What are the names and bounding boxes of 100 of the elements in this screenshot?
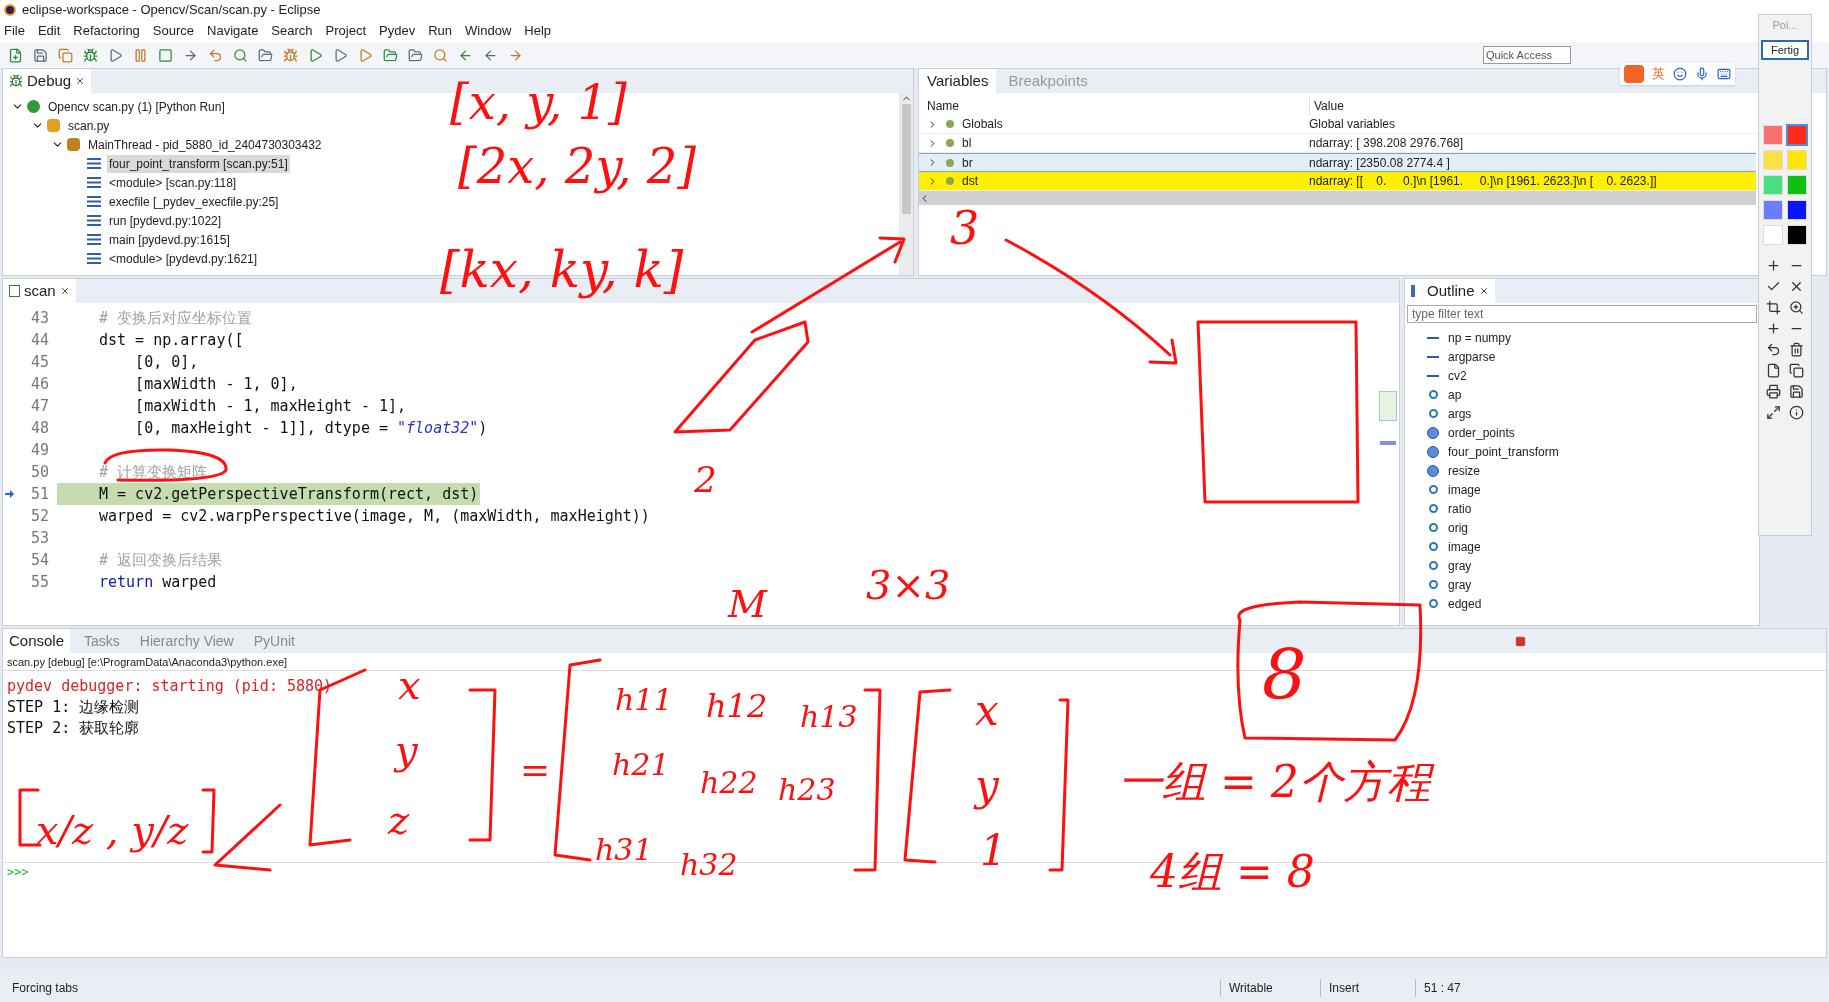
menu-item[interactable]: Window <box>465 21 512 41</box>
drawing-tool-icon[interactable] <box>1766 320 1781 336</box>
color-swatch[interactable] <box>1764 175 1782 194</box>
outline-item[interactable]: gray <box>1448 556 1472 575</box>
toolbar-tool-icon[interactable] <box>158 47 173 63</box>
toolbar-tool-icon[interactable] <box>483 47 498 63</box>
color-swatch[interactable] <box>1764 125 1782 144</box>
outline-item[interactable]: cv2 <box>1448 366 1467 385</box>
drawing-tool-icon[interactable] <box>1789 404 1804 420</box>
toolbar-tool-icon[interactable] <box>258 47 273 63</box>
menu-item[interactable]: Source <box>152 21 195 41</box>
color-swatch[interactable] <box>1788 200 1806 219</box>
toolbar-tool-icon[interactable] <box>108 47 123 63</box>
color-swatch[interactable] <box>1788 225 1806 244</box>
toolbar-tool-icon[interactable] <box>133 47 148 63</box>
toolbar-tool-icon[interactable] <box>333 47 348 63</box>
column-header[interactable]: Value <box>1309 97 1756 115</box>
toolbar-tool-icon[interactable] <box>208 47 223 63</box>
debug-tree-item[interactable]: <module> [pydevd.py:1621] <box>107 249 260 268</box>
close-icon[interactable] <box>1478 286 1489 296</box>
toolbar-tool-icon[interactable] <box>33 47 48 63</box>
drawing-tool-icon[interactable] <box>1789 341 1804 357</box>
drawing-tool-icon[interactable] <box>1789 383 1804 399</box>
close-icon[interactable] <box>75 76 86 86</box>
toolbar-tool-icon[interactable] <box>458 47 473 63</box>
outline-item[interactable]: ratio <box>1448 499 1472 518</box>
toolbar-tool-icon[interactable] <box>433 47 448 63</box>
menu-item[interactable]: Refactoring <box>73 21 140 41</box>
done-button[interactable]: Fertig <box>1761 39 1809 60</box>
variable-row[interactable]: Globals Global variables <box>919 115 1756 134</box>
toolbar-tool-icon[interactable] <box>233 47 248 63</box>
menu-item[interactable]: Run <box>428 21 453 41</box>
debug-tree-item[interactable]: execfile [_pydev_execfile.py:25] <box>107 192 281 211</box>
variable-row[interactable]: br ndarray: [2350.08 2774.4 ] <box>919 153 1756 172</box>
toolbar-tool-icon[interactable] <box>408 47 423 63</box>
emoji-icon[interactable] <box>1673 67 1687 81</box>
toolbar-tool-icon[interactable] <box>183 47 198 63</box>
drawing-tool-icon[interactable] <box>1766 404 1781 420</box>
keyboard-icon[interactable] <box>1717 67 1731 81</box>
menu-item[interactable]: File <box>4 21 25 41</box>
panel-tab[interactable]: Console <box>3 629 71 653</box>
menu-item[interactable]: Navigate <box>207 21 259 41</box>
menu-item[interactable]: Search <box>271 21 313 41</box>
drawing-tool-icon[interactable] <box>1766 341 1781 357</box>
debug-tree-item[interactable]: run [pydevd.py:1022] <box>107 211 224 230</box>
debug-tab[interactable]: Debug <box>3 69 92 93</box>
ruler-marker[interactable] <box>1380 441 1396 445</box>
toolbar-tool-icon[interactable] <box>283 47 298 63</box>
outline-item[interactable]: image <box>1448 480 1481 499</box>
quick-access-field[interactable]: Quick Access <box>1483 46 1571 64</box>
outline-item[interactable]: ap <box>1448 385 1462 404</box>
drawing-tool-icon[interactable] <box>1766 299 1781 315</box>
drawing-tool-icon[interactable] <box>1789 362 1804 378</box>
outline-item[interactable]: np = numpy <box>1448 328 1512 347</box>
outline-item[interactable]: four_point_transform <box>1448 442 1559 461</box>
terminate-icon[interactable] <box>1515 635 1526 647</box>
outline-item[interactable]: args <box>1448 404 1472 423</box>
color-swatch[interactable] <box>1764 225 1782 244</box>
panel-tab[interactable]: Variables <box>919 69 997 93</box>
debug-tree-item[interactable]: <module> [scan.py:118] <box>107 173 239 192</box>
variable-row[interactable]: dst ndarray: [[ 0. 0.]\n [1961. 0.]\n [1961. 2623.]\n [ 0. 2623.]] <box>919 172 1756 191</box>
color-swatch[interactable] <box>1788 150 1806 169</box>
horizontal-scrollbar[interactable] <box>919 191 1756 205</box>
outline-item[interactable]: resize <box>1448 461 1480 480</box>
toolbar-tool-icon[interactable] <box>383 47 398 63</box>
color-swatch[interactable] <box>1764 150 1782 169</box>
toolbar-tool-icon[interactable] <box>8 47 23 63</box>
menu-item[interactable]: Edit <box>37 21 61 41</box>
drawing-tool-icon[interactable] <box>1766 362 1781 378</box>
menu-item[interactable]: Help <box>524 21 552 41</box>
menu-item[interactable]: Project <box>325 21 367 41</box>
filter-field[interactable]: type filter text <box>1407 305 1757 323</box>
toolbar-tool-icon[interactable] <box>308 47 323 63</box>
toolbar-tool-icon[interactable] <box>83 47 98 63</box>
outline-item[interactable]: edged <box>1448 594 1482 613</box>
outline-item[interactable]: image <box>1448 537 1481 556</box>
toolbar-tool-icon[interactable] <box>58 47 73 63</box>
debug-tree-item[interactable]: main [pydevd.py:1615] <box>107 230 232 249</box>
drawing-tool-icon[interactable] <box>1766 257 1781 273</box>
outline-tab[interactable]: Outline <box>1405 279 1495 303</box>
outline-item[interactable]: orig <box>1448 518 1468 537</box>
close-icon[interactable] <box>59 286 70 296</box>
editor-tab[interactable]: scan <box>3 279 76 303</box>
debug-tree-item[interactable]: scan.py <box>66 116 112 135</box>
toolbar-tool-icon[interactable] <box>358 47 373 63</box>
outline-item[interactable]: order_points <box>1448 423 1515 442</box>
debug-tree-item[interactable]: MainThread - pid_5880_id_2404730303432 <box>86 135 324 154</box>
color-swatch[interactable] <box>1788 175 1806 194</box>
scrollbar[interactable] <box>899 93 913 275</box>
outline-item[interactable]: argparse <box>1448 347 1496 366</box>
outline-item[interactable]: gray <box>1448 575 1472 594</box>
menu-item[interactable]: Pydev <box>379 21 416 41</box>
color-swatch[interactable] <box>1788 125 1806 144</box>
microphone-icon[interactable] <box>1695 67 1709 81</box>
color-swatch[interactable] <box>1764 200 1782 219</box>
debug-tree-item[interactable]: four_point_transform [scan.py:51] <box>107 154 290 173</box>
debug-tree-item[interactable]: Opencv scan.py (1) [Python Run] <box>46 97 227 116</box>
drawing-tool-icon[interactable] <box>1789 299 1804 315</box>
ruler-marker[interactable] <box>1379 391 1397 421</box>
column-header[interactable]: Name <box>923 97 1309 115</box>
